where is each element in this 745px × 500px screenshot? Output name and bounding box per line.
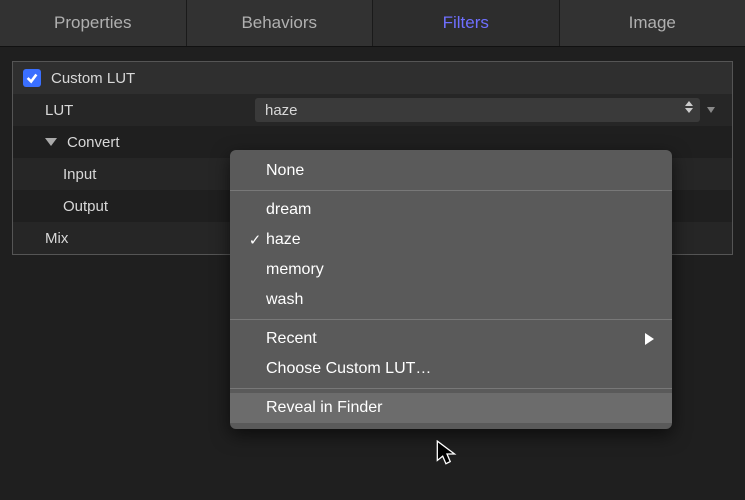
menu-item-reveal-in-finder[interactable]: Reveal in Finder: [230, 393, 672, 423]
param-label-convert: Convert: [67, 134, 120, 151]
filter-group-header[interactable]: Custom LUT: [13, 62, 732, 94]
menu-item-choose-custom-lut[interactable]: Choose Custom LUT…: [230, 354, 672, 384]
menu-item-wash[interactable]: wash: [230, 285, 672, 315]
tab-behaviors[interactable]: Behaviors: [187, 0, 374, 46]
menu-separator: [230, 388, 672, 389]
enable-checkbox[interactable]: [23, 69, 41, 87]
menu-item-recent[interactable]: Recent: [230, 324, 672, 354]
lut-select[interactable]: haze: [255, 98, 700, 122]
menu-item-memory[interactable]: memory: [230, 255, 672, 285]
menu-item-haze[interactable]: ✓haze: [230, 225, 672, 255]
checkmark-icon: ✓: [244, 231, 266, 249]
param-row-lut: LUT haze: [13, 94, 732, 126]
submenu-arrow-icon: [645, 333, 654, 345]
menu-separator: [230, 190, 672, 191]
lut-popup-menu: None dream✓hazememorywash Recent Choose …: [230, 150, 672, 429]
inspector-tabs: PropertiesBehaviorsFiltersImage: [0, 0, 745, 47]
param-label-lut: LUT: [45, 102, 73, 119]
mouse-cursor-icon: [436, 440, 458, 472]
disclosure-triangle-icon: [45, 138, 57, 146]
select-stepper-icon: [684, 101, 694, 113]
param-label-mix: Mix: [45, 230, 68, 247]
tab-image[interactable]: Image: [560, 0, 745, 46]
param-label-input: Input: [63, 166, 96, 183]
tab-filters[interactable]: Filters: [373, 0, 560, 46]
menu-item-dream[interactable]: dream: [230, 195, 672, 225]
param-disclosure-icon[interactable]: [700, 107, 722, 113]
param-label-output: Output: [63, 198, 108, 215]
filter-group-title: Custom LUT: [51, 70, 135, 87]
lut-select-value: haze: [265, 102, 298, 119]
menu-item-none[interactable]: None: [230, 156, 672, 186]
tab-properties[interactable]: Properties: [0, 0, 187, 46]
menu-separator: [230, 319, 672, 320]
